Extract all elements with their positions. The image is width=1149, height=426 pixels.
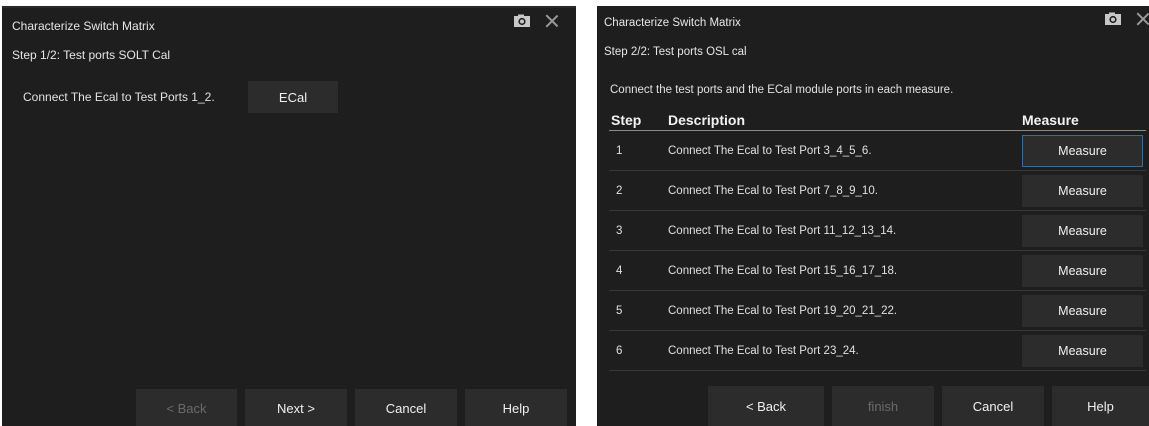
step-description: Connect The Ecal to Test Port 19_20_21_2… — [668, 290, 1022, 331]
step-number: 2 — [609, 170, 668, 211]
next-button[interactable]: Next > — [245, 389, 347, 426]
connect-label: Connect The Ecal to Test Ports 1_2. — [23, 90, 215, 104]
ecal-button[interactable]: ECal — [248, 81, 338, 113]
table-row: 5 Connect The Ecal to Test Port 19_20_21… — [609, 290, 1146, 331]
step-label: Step 1/2: Test ports SOLT Cal — [12, 48, 171, 62]
close-icon[interactable] — [1136, 12, 1149, 26]
step-number: 4 — [609, 250, 668, 291]
camera-icon[interactable] — [1104, 12, 1122, 26]
step-number: 3 — [609, 210, 668, 251]
dialog-title: Characterize Switch Matrix — [604, 17, 741, 29]
measure-button[interactable]: Measure — [1022, 294, 1143, 327]
table-row: 3 Connect The Ecal to Test Port 11_12_13… — [609, 210, 1146, 251]
cancel-button[interactable]: Cancel — [942, 386, 1044, 426]
step-description: Connect The Ecal to Test Port 11_12_13_1… — [668, 210, 1022, 251]
title-icons — [1104, 12, 1149, 26]
measure-button[interactable]: Measure — [1022, 174, 1143, 207]
step-description: Connect The Ecal to Test Port 15_16_17_1… — [668, 250, 1022, 291]
step-number: 5 — [609, 290, 668, 331]
column-header-description: Description — [668, 110, 1022, 131]
close-icon[interactable] — [545, 14, 559, 28]
step-label: Step 2/2: Test ports OSL cal — [604, 46, 747, 58]
measure-button[interactable]: Measure — [1022, 254, 1143, 287]
measure-button[interactable]: Measure — [1022, 334, 1143, 367]
step-description: Connect The Ecal to Test Port 3_4_5_6. — [668, 130, 1022, 171]
step-number: 6 — [609, 330, 668, 371]
table-row: 4 Connect The Ecal to Test Port 15_16_17… — [609, 250, 1146, 291]
table-row: 6 Connect The Ecal to Test Port 23_24. M… — [609, 330, 1146, 371]
back-button[interactable]: < Back — [708, 386, 824, 426]
title-icons — [513, 14, 559, 28]
step-description: Connect The Ecal to Test Port 7_8_9_10. — [668, 170, 1022, 211]
help-button[interactable]: Help — [1052, 386, 1149, 426]
table-row: 1 Connect The Ecal to Test Port 3_4_5_6.… — [609, 130, 1146, 171]
step-number: 1 — [609, 130, 668, 171]
table-row: 2 Connect The Ecal to Test Port 7_8_9_10… — [609, 170, 1146, 211]
cancel-button[interactable]: Cancel — [355, 389, 457, 426]
column-header-step: Step — [609, 110, 668, 131]
finish-button[interactable]: finish — [832, 386, 934, 426]
measure-button[interactable]: Measure — [1022, 214, 1143, 247]
back-button[interactable]: < Back — [136, 389, 237, 426]
table-header-row: Step Description Measure — [609, 110, 1146, 131]
dialog-step1: Characterize Switch Matrix Step 1/2: Tes… — [2, 6, 576, 426]
dialog-step2: Characterize Switch Matrix Step 2/2: Tes… — [597, 6, 1149, 426]
help-button[interactable]: Help — [465, 389, 567, 426]
steps-table: Step Description Measure 1 Connect The E… — [609, 110, 1146, 371]
step-description: Connect The Ecal to Test Port 23_24. — [668, 330, 1022, 371]
camera-icon[interactable] — [513, 14, 531, 28]
column-header-measure: Measure — [1022, 110, 1146, 131]
instruction-text: Connect the test ports and the ECal modu… — [610, 84, 954, 96]
measure-button[interactable]: Measure — [1022, 134, 1143, 167]
dialog-title: Characterize Switch Matrix — [12, 19, 155, 33]
